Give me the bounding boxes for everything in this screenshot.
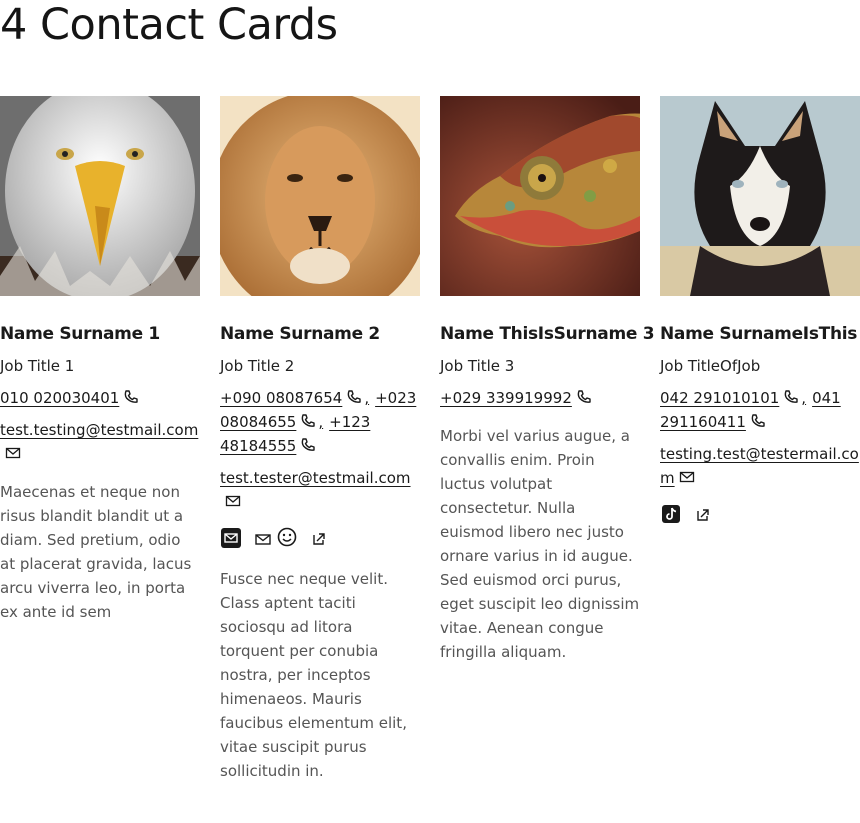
mail-icon bbox=[679, 468, 695, 484]
email-list: test.testing@testmail.com bbox=[0, 418, 200, 466]
contact-description: Maecenas et neque non risus blandit blan… bbox=[0, 483, 192, 621]
phone-icon bbox=[576, 388, 592, 404]
page-title: 4 Contact Cards bbox=[0, 0, 338, 50]
phone-list: 010 020030401 bbox=[0, 386, 200, 410]
mail-icon bbox=[225, 492, 241, 508]
phone-icon bbox=[300, 412, 316, 428]
phone-link[interactable]: 010 020030401 bbox=[0, 389, 119, 407]
email-link[interactable]: test.testing@testmail.com bbox=[0, 421, 198, 439]
contact-card-3: Name ThisIsSurname 3 Job Title 3 +029 33… bbox=[440, 96, 655, 664]
phone-list: +029 339919992 bbox=[440, 386, 640, 410]
job-title: Job Title 3 bbox=[440, 357, 515, 375]
separator: , bbox=[318, 413, 324, 431]
chameleon-photo bbox=[440, 96, 640, 296]
contact-card-2: Name Surname 2 Job Title 2 +090 08087654… bbox=[220, 96, 420, 783]
contact-card-4: Name SurnameIsThis Job TitleOfJob 042 29… bbox=[660, 96, 860, 526]
tiktok-icon[interactable] bbox=[660, 503, 682, 525]
phone-icon bbox=[750, 412, 766, 428]
phone-icon bbox=[123, 388, 139, 404]
separator: , bbox=[364, 389, 370, 407]
email-list: testing.test@testermail.com bbox=[660, 442, 860, 490]
mail-square-icon[interactable] bbox=[220, 527, 242, 549]
contact-description: Fusce nec neque velit. Class aptent taci… bbox=[220, 570, 407, 780]
phone-list: +090 08087654, +023 08084655, +123 4818455… bbox=[220, 386, 420, 458]
phone-list: 042 291010101, 041 291160411 bbox=[660, 386, 860, 434]
mail-icon bbox=[5, 444, 21, 460]
phone-icon bbox=[346, 388, 362, 404]
contact-name: Name SurnameIsThis bbox=[660, 324, 858, 344]
contact-name: Name ThisIsSurname 3 bbox=[440, 324, 655, 344]
smiley-icon[interactable] bbox=[276, 527, 298, 549]
separator: , bbox=[801, 389, 807, 407]
lion-photo bbox=[220, 96, 420, 296]
email-link[interactable]: test.tester@testmail.com bbox=[220, 469, 411, 487]
eagle-photo bbox=[0, 96, 200, 296]
contact-name: Name Surname 1 bbox=[0, 324, 160, 344]
external-link-icon[interactable] bbox=[308, 527, 330, 549]
social-links bbox=[220, 526, 420, 550]
phone-icon bbox=[783, 388, 799, 404]
job-title: Job Title 1 bbox=[0, 357, 75, 375]
contact-description: Morbi vel varius augue, a convallis enim… bbox=[440, 427, 640, 661]
phone-link[interactable]: +090 08087654 bbox=[220, 389, 342, 407]
phone-link[interactable]: +029 339919992 bbox=[440, 389, 572, 407]
job-title: Job Title 2 bbox=[220, 357, 295, 375]
contact-card-1: Name Surname 1 Job Title 1 010 020030401… bbox=[0, 96, 200, 624]
contact-name: Name Surname 2 bbox=[220, 324, 380, 344]
phone-icon bbox=[300, 436, 316, 452]
mail-icon[interactable] bbox=[252, 527, 274, 549]
email-list: test.tester@testmail.com bbox=[220, 466, 420, 514]
husky-photo bbox=[660, 96, 860, 296]
external-link-icon[interactable] bbox=[692, 503, 714, 525]
social-links bbox=[660, 502, 860, 526]
phone-link[interactable]: 042 291010101 bbox=[660, 389, 779, 407]
job-title: Job TitleOfJob bbox=[660, 357, 761, 375]
